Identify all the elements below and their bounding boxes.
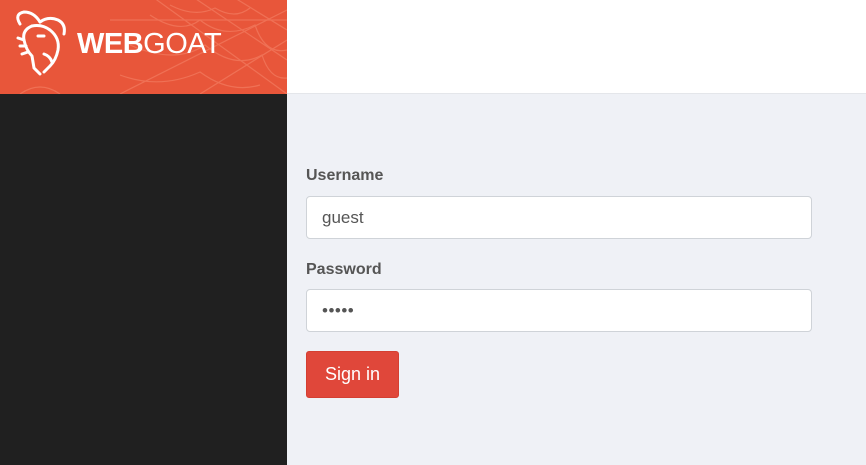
brand-logo-area[interactable]: WEBGOAT: [0, 0, 287, 94]
password-label: Password: [306, 261, 382, 278]
sidebar: [0, 94, 287, 465]
brand-name-light: GOAT: [143, 28, 222, 60]
goat-head-icon: [16, 10, 66, 76]
login-form: Username guest Password ••••• Sign in: [287, 95, 866, 465]
username-label: Username: [306, 167, 384, 184]
top-header: WEBGOAT: [0, 0, 866, 94]
webgoat-login-page: WEBGOAT Username guest Password ••••• Si…: [0, 0, 866, 465]
password-input[interactable]: •••••: [306, 289, 812, 332]
username-input[interactable]: guest: [306, 196, 812, 239]
sign-in-button[interactable]: Sign in: [306, 351, 399, 398]
brand-name: WEBGOAT: [77, 26, 222, 62]
brand-name-bold: WEB: [77, 28, 144, 60]
